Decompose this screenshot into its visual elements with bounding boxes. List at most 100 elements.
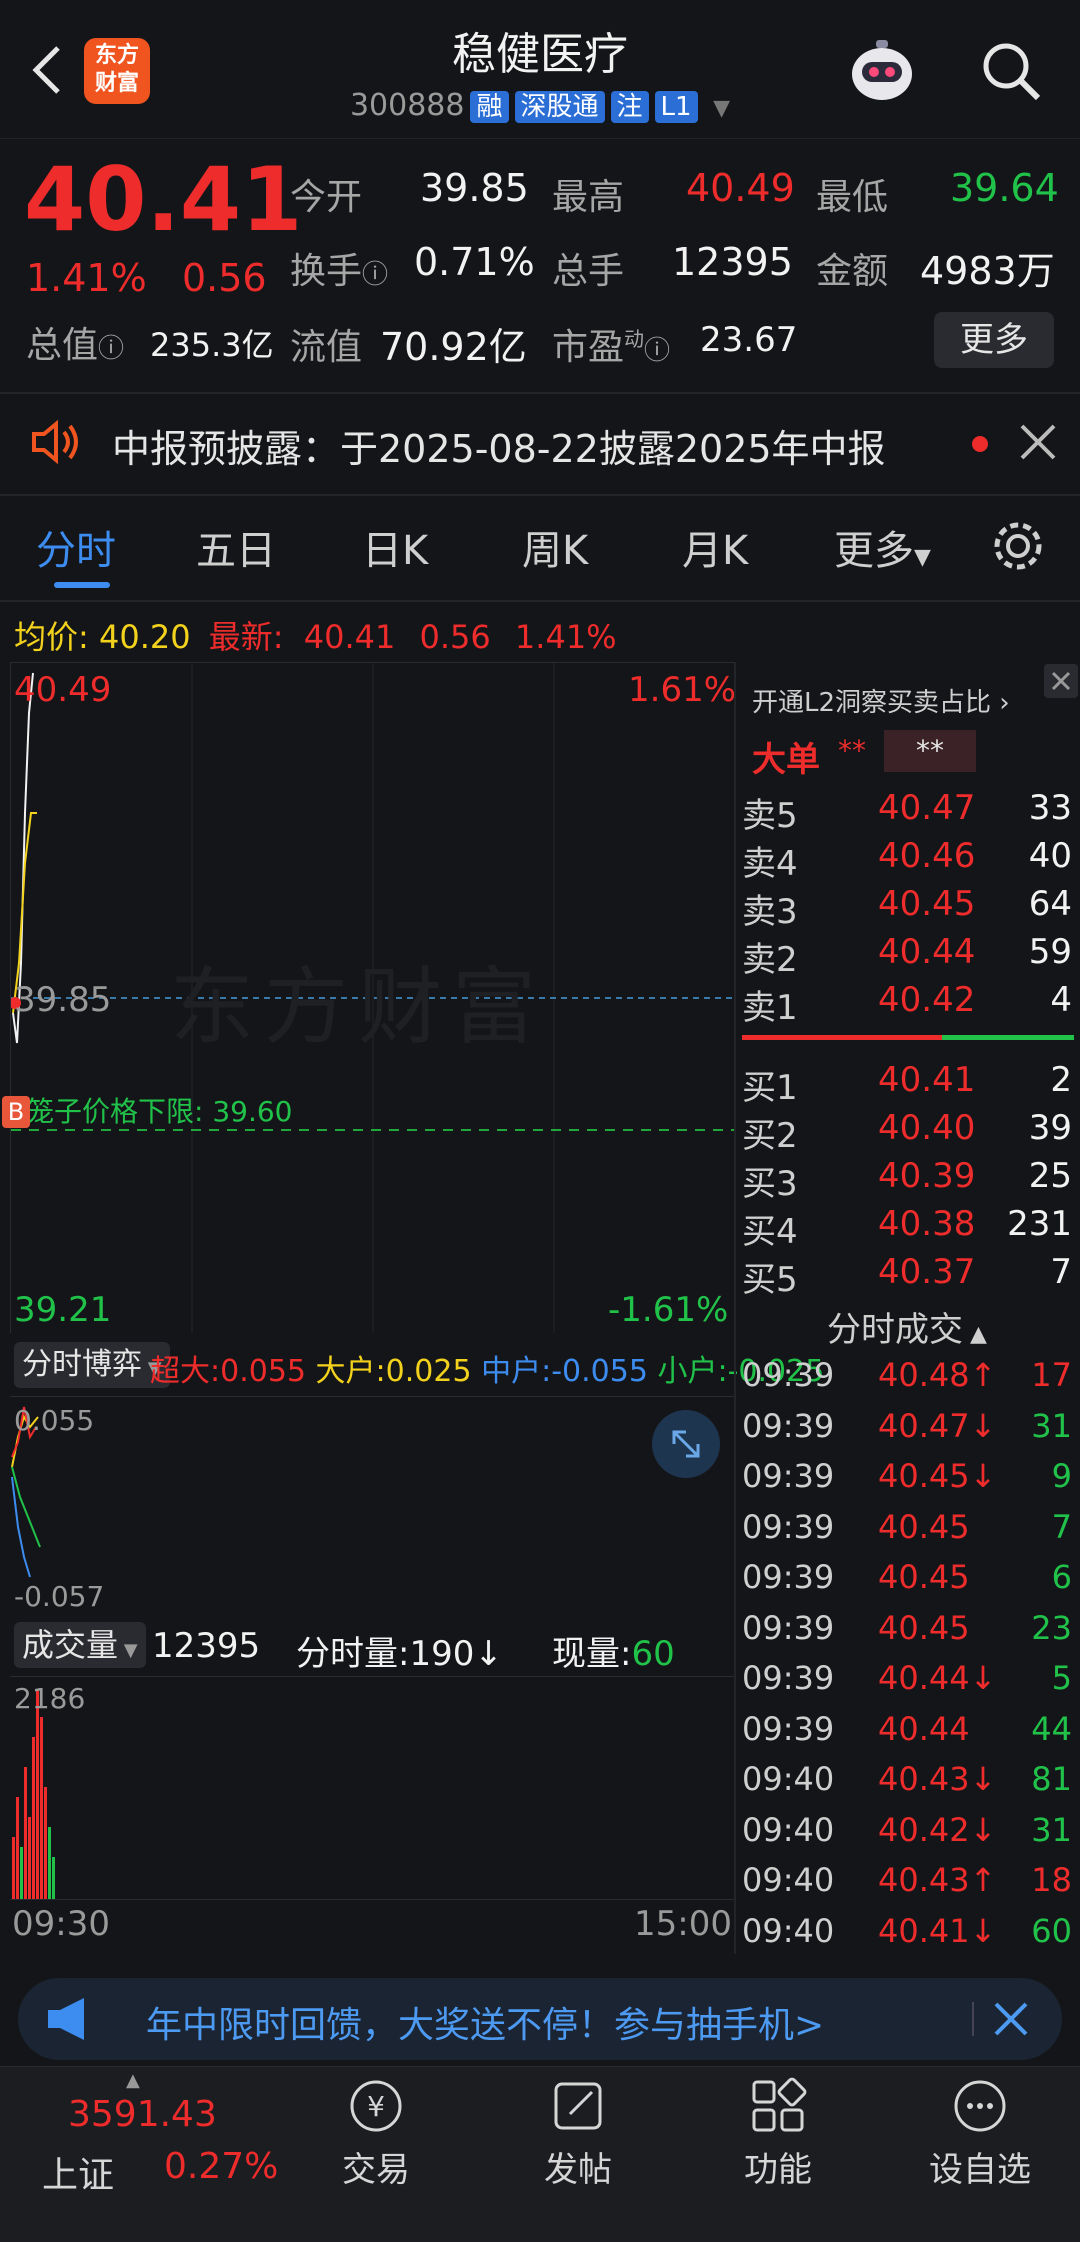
more-button[interactable]: 更多 [934,312,1054,368]
trade-volume: 17 [1031,1356,1072,1394]
chevron-down-icon[interactable]: ▼ [713,96,730,121]
robot-assistant-icon[interactable] [842,30,922,110]
tab-monthly-k[interactable]: 月K [682,518,748,576]
trade-row[interactable]: 09:40 40.42↓ 31 [742,1811,1072,1861]
bid-label: 买3 [742,1164,798,1204]
promo-banner[interactable]: 年中限时回馈，大奖送不停！参与抽手机> [18,1978,1062,2060]
trade-row[interactable]: 09:39 40.45 7 [742,1508,1072,1558]
bid-label: 买5 [742,1260,798,1300]
trade-price: 40.44 [878,1709,970,1748]
trade-row[interactable]: 09:40 40.43↑ 18 [742,1861,1072,1911]
promo-text[interactable]: 年中限时回馈，大奖送不停！参与抽手机> [146,1996,824,2048]
bid-row[interactable]: 买4 40.38 231 [742,1204,1072,1252]
close-icon[interactable] [1016,420,1060,464]
ask-row[interactable]: 卖5 40.47 33 [742,788,1072,836]
info-icon[interactable]: ⓘ [644,336,670,366]
fund-l-value: 0.025 [385,1354,472,1389]
trade-row[interactable]: 09:40 40.43↓ 81 [742,1760,1072,1810]
nav-add-watchlist-label: 设自选 [929,2150,1031,2190]
bid-price: 40.39 [878,1156,976,1196]
divider [0,392,1080,394]
trade-row[interactable]: 09:39 40.47↓ 31 [742,1407,1072,1457]
fund-dropdown[interactable]: 分时博弈 ▼ [14,1342,170,1388]
trade-time: 09:39 [742,1507,835,1546]
trades-header[interactable]: 分时成交 ▲ [742,1302,1072,1351]
ask-label: 卖4 [742,844,798,884]
bid-row[interactable]: 买1 40.41 2 [742,1060,1072,1108]
more-dots-icon [950,2076,1010,2136]
close-icon[interactable] [1044,664,1078,698]
search-icon[interactable] [978,38,1044,104]
ask-row[interactable]: 卖1 40.42 4 [742,980,1072,1028]
fund-l-label: 大户: [315,1354,386,1389]
trade-row[interactable]: 09:40 40.41↓ 60 [742,1912,1072,1962]
turnover-label: 换手ⓘ [290,242,388,294]
tab-more[interactable]: 更多▼ [834,518,931,576]
nav-trade-label: 交易 [342,2150,410,2190]
trade-row[interactable]: 09:39 40.48↑ 17 [742,1356,1072,1406]
trade-price: 40.45 [878,1558,970,1596]
trade-volume: 6 [1051,1558,1072,1596]
nav-post[interactable]: 发帖 [508,2076,648,2191]
big-order-value-2: ** [884,730,976,772]
notice-text[interactable]: 中报预披露：于2025-08-22披露2025年中报 [112,418,886,473]
latest-percent: 1.41% [514,618,617,656]
y-axis-top-pct: 1.61% [628,670,737,710]
ask-row[interactable]: 卖3 40.45 64 [742,884,1072,932]
fund-dropdown-label: 分时博弈 [22,1347,142,1382]
bid-row[interactable]: 买2 40.40 39 [742,1108,1072,1156]
index-percent[interactable]: 0.27% [164,2146,278,2187]
mktcap-label-text: 总值 [26,325,99,366]
megaphone-icon [44,1996,94,2042]
stock-title: 稳健医疗 [452,29,628,80]
gear-icon[interactable] [990,518,1046,574]
cage-price-label: 笼子价格下限: 39.60 [26,1095,293,1128]
grid-icon [748,2076,808,2136]
trade-price: 40.48↑ [878,1356,997,1394]
trade-row[interactable]: 09:39 40.45 23 [742,1609,1072,1659]
index-value[interactable]: 3591.43 [68,2094,217,2135]
nav-add-watchlist[interactable]: 设自选 [910,2076,1050,2191]
bid-row[interactable]: 买5 40.37 7 [742,1252,1072,1300]
back-icon[interactable] [22,40,72,100]
trade-row[interactable]: 09:39 40.44↓ 5 [742,1659,1072,1709]
bid-row[interactable]: 买3 40.39 25 [742,1156,1072,1204]
tab-weekly-k[interactable]: 周K [522,518,588,576]
volume-total: 12395 [152,1626,261,1666]
trade-row[interactable]: 09:39 40.44 44 [742,1710,1072,1760]
ask-volume: 33 [1028,788,1072,828]
info-icon[interactable]: ⓘ [98,334,124,364]
volume-period: 分时量:190↓ [296,1626,503,1675]
arrow-down-icon: ↓ [474,1634,503,1674]
fund-chart[interactable] [10,1396,734,1615]
low-value: 39.64 [950,166,1059,210]
pe-sup: 动 [624,327,645,351]
fund-top-value: 0.055 [14,1404,95,1437]
latest-label: 最新: [208,618,284,656]
tab-five-day[interactable]: 五日 [196,518,276,576]
trade-icon: ¥ [346,2076,406,2136]
volume-chart[interactable] [10,1676,734,1900]
ask-row[interactable]: 卖4 40.46 40 [742,836,1072,884]
buy-marker[interactable]: B [2,1096,30,1128]
volume-label: 总手 [552,251,625,292]
ask-row[interactable]: 卖2 40.44 59 [742,932,1072,980]
high-value: 40.49 [686,166,795,210]
mktcap-value: 235.3亿 [150,326,274,364]
volume-dropdown[interactable]: 成交量 ▼ [14,1622,146,1668]
trade-row[interactable]: 09:39 40.45↓ 9 [742,1457,1072,1507]
expand-icon[interactable] [652,1410,720,1478]
l2-upgrade-link[interactable]: 开通L2洞察买卖占比 › [752,682,1010,719]
info-icon[interactable]: ⓘ [362,260,388,290]
tag-margin: 融 [470,91,509,123]
index-name[interactable]: 上证 [42,2146,114,2198]
tab-intraday[interactable]: 分时 [36,518,116,576]
volume-period-label: 分时量: [296,1634,410,1674]
tab-daily-k[interactable]: 日K [362,518,428,576]
trade-row[interactable]: 09:39 40.45 6 [742,1558,1072,1608]
close-icon[interactable] [990,1998,1032,2040]
ask-label: 卖5 [742,796,798,836]
big-order-value-1: ** [838,734,866,767]
nav-trade[interactable]: ¥ 交易 [306,2076,446,2191]
nav-functions[interactable]: 功能 [708,2076,848,2191]
